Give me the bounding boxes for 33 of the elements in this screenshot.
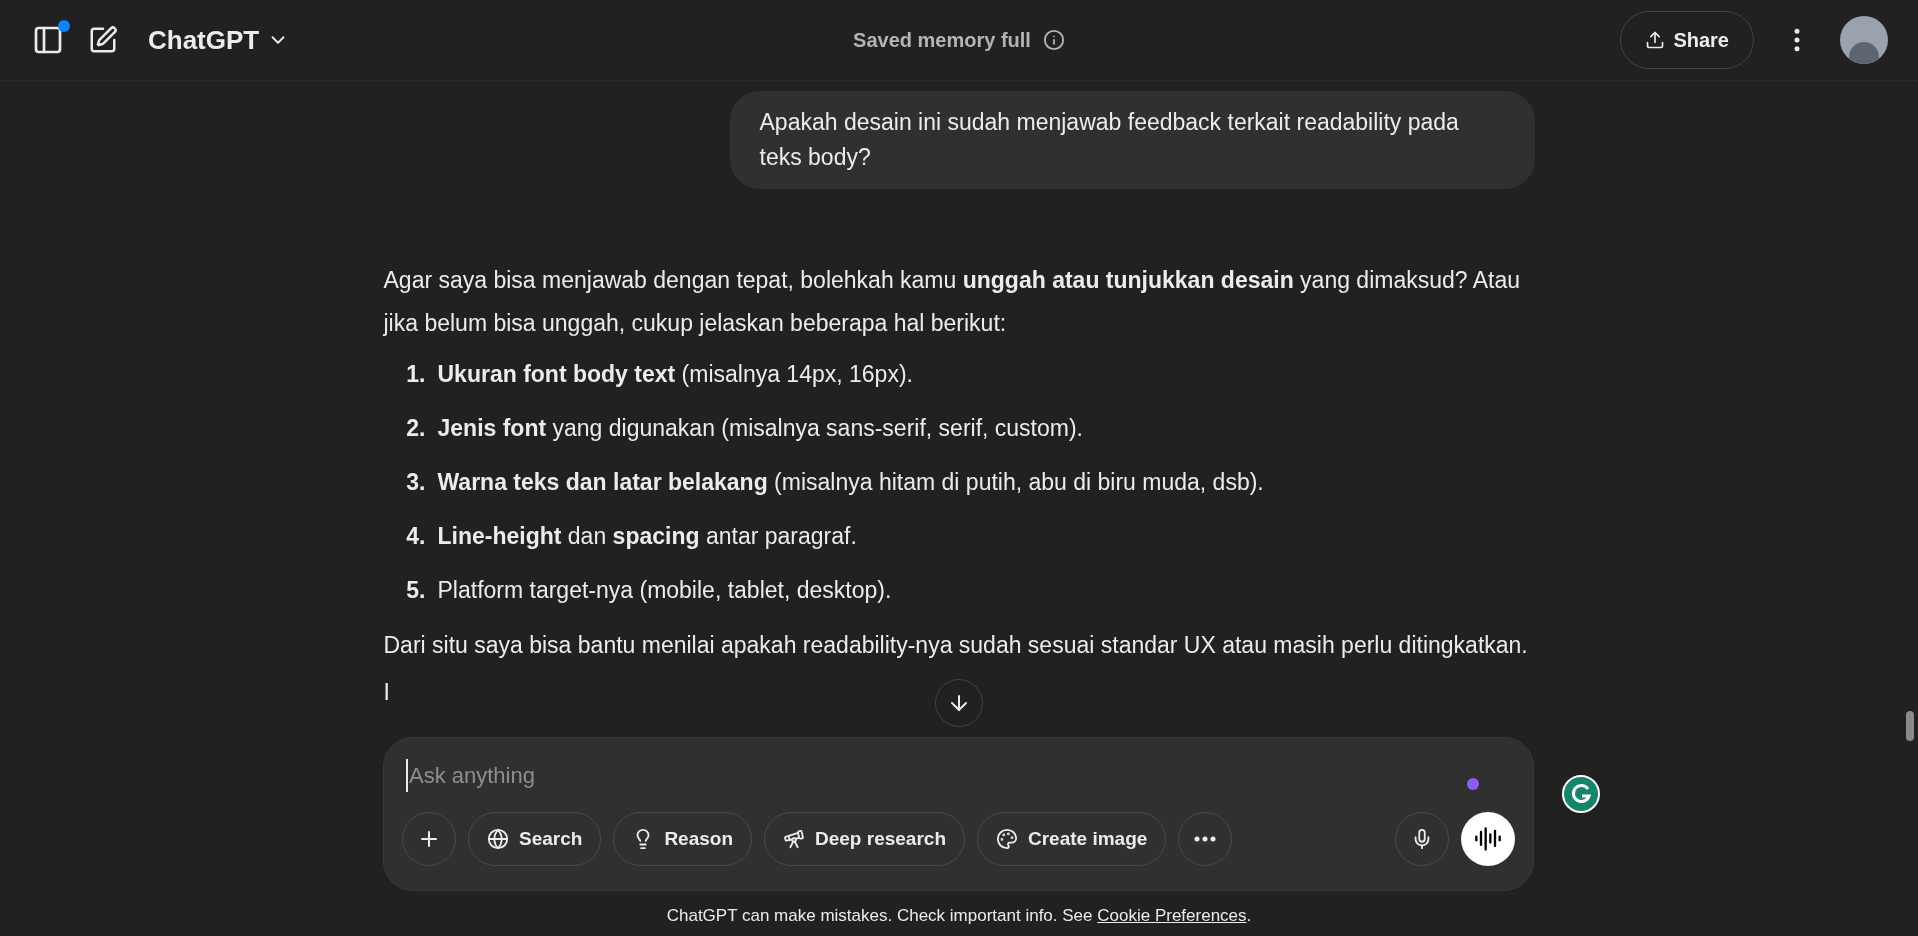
list-number: 2. <box>405 414 426 443</box>
disclaimer-text: ChatGPT can make mistakes. Check important info. See Cookie Preferences. <box>666 905 1252 925</box>
list-item-text: Warna teks dan latar belakang (misalnya hitam di putih, abu di biru muda, dsb). <box>437 468 1264 497</box>
model-selector[interactable]: ChatGPT <box>148 20 290 60</box>
list-item-text: Jenis font yang digunakan (misalnya sans-serif, serif, custom). <box>437 414 1083 443</box>
info-icon[interactable] <box>1042 29 1065 51</box>
message-input[interactable]: Ask anything <box>406 758 1467 792</box>
waveform-icon <box>1474 825 1502 853</box>
list-number: 4. <box>405 522 426 551</box>
list-item-text: Platform target-nya (mobile, tablet, desktop). <box>437 576 892 605</box>
avatar[interactable] <box>1840 16 1888 64</box>
telescope-icon <box>783 828 805 850</box>
memory-notice: Saved memory full <box>853 28 1031 53</box>
share-icon <box>1645 30 1666 50</box>
list-number: 5. <box>405 576 426 605</box>
cookie-preferences-link[interactable]: Cookie Preferences <box>1097 905 1247 925</box>
list-item-text: Line-height dan spacing antar paragraf. <box>437 522 857 551</box>
sidebar-icon <box>32 24 64 56</box>
ellipsis-icon <box>1194 836 1217 842</box>
user-message: Apakah desain ini sudah menjawab feedback terkait readability pada teks body? <box>729 91 1535 189</box>
palette-icon <box>996 828 1018 850</box>
globe-icon <box>487 828 509 850</box>
scrollbar-thumb[interactable] <box>1906 711 1914 741</box>
scroll-down-button[interactable] <box>935 679 983 727</box>
list-number: 1. <box>405 360 426 389</box>
assistant-paragraph: I <box>383 678 390 707</box>
list-number: 3. <box>405 468 426 497</box>
voice-mode-button[interactable] <box>1461 812 1515 866</box>
grammar-assistant-icon[interactable] <box>1562 775 1600 813</box>
new-chat-icon[interactable] <box>88 25 118 55</box>
list-item-text: Ukuran font body text (misalnya 14px, 16px). <box>437 360 913 389</box>
assistant-paragraph: Dari situ saya bisa bantu menilai apakah readability-nya sudah sesuai standar UX atau masih perlu ditingkatkan. <box>383 631 1529 660</box>
assistant-paragraph: Agar saya bisa menjawab dengan tepat, bolehkah kamu unggah atau tunjukkan desain yang dimaksud? Atau jika belum bisa unggah, cukup jelaskan beberapa hal berikut: <box>383 266 1522 338</box>
